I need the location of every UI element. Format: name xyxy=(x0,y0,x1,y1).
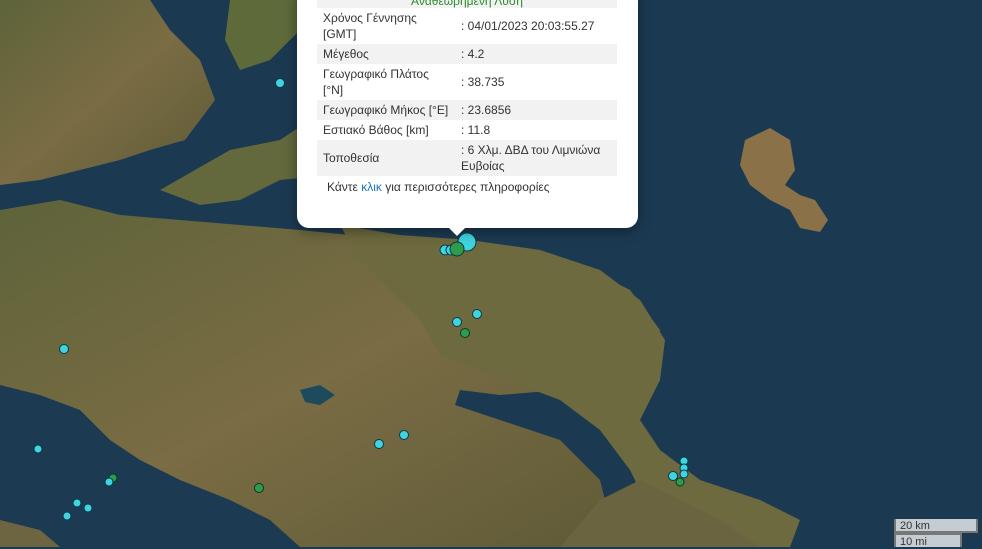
earthquake-marker[interactable] xyxy=(460,328,470,338)
earthquake-info-table: Χρόνος Γέννησης [GMT] : 04/01/2023 20:03… xyxy=(317,8,617,176)
info-key: Γεωγραφικό Πλάτος [°N] xyxy=(317,64,455,100)
info-row-depth: Εστιακό Βάθος [km] : 11.8 xyxy=(317,120,617,140)
info-row-origin-time: Χρόνος Γέννησης [GMT] : 04/01/2023 20:03… xyxy=(317,8,617,44)
info-key: Μέγεθος xyxy=(317,44,455,64)
earthquake-marker[interactable] xyxy=(679,469,689,479)
popup-content: Αναθεωρημένη Λύση Χρόνος Γέννησης [GMT] … xyxy=(317,0,617,194)
more-info-line: Κάντε κλικ για περισσότερες πληροφορίες xyxy=(317,180,617,194)
earthquake-marker[interactable] xyxy=(399,430,409,440)
solution-status: Αναθεωρημένη Λύση xyxy=(317,0,617,8)
info-key: Τοποθεσία xyxy=(317,140,455,176)
info-row-longitude: Γεωγραφικό Μήκος [°E] : 23.6856 xyxy=(317,100,617,120)
info-key: Γεωγραφικό Μήκος [°E] xyxy=(317,100,455,120)
earthquake-marker[interactable] xyxy=(104,477,114,487)
earthquake-marker[interactable] xyxy=(675,477,685,487)
earthquake-marker[interactable] xyxy=(452,317,462,327)
more-info-suffix: για περισσότερες πληροφορίες xyxy=(381,180,550,194)
info-value: : 38.735 xyxy=(455,64,617,100)
info-row-latitude: Γεωγραφικό Πλάτος [°N] : 38.735 xyxy=(317,64,617,100)
info-value: : 23.6856 xyxy=(455,100,617,120)
earthquake-marker[interactable] xyxy=(62,511,72,521)
info-value: : 04/01/2023 20:03:55.27 xyxy=(455,8,617,44)
popup-tip xyxy=(447,226,467,236)
earthquake-marker[interactable] xyxy=(254,483,264,493)
earthquake-info-popup: Αναθεωρημένη Λύση Χρόνος Γέννησης [GMT] … xyxy=(297,0,638,228)
earthquake-marker[interactable] xyxy=(33,444,43,454)
earthquake-marker[interactable] xyxy=(83,503,93,513)
earthquake-marker[interactable] xyxy=(59,344,69,354)
more-info-link[interactable]: κλικ xyxy=(361,180,382,194)
info-row-magnitude: Μέγεθος : 4.2 xyxy=(317,44,617,64)
earthquake-marker[interactable] xyxy=(472,309,482,319)
scale-bar: 20 km 10 mi xyxy=(894,519,978,548)
info-value: : 11.8 xyxy=(455,120,617,140)
earthquake-marker-selected[interactable] xyxy=(449,241,465,257)
scale-km: 20 km xyxy=(894,519,978,533)
more-info-prefix: Κάντε xyxy=(327,180,362,194)
info-value: : 4.2 xyxy=(455,44,617,64)
info-key: Χρόνος Γέννησης [GMT] xyxy=(317,8,455,44)
info-row-location: Τοποθεσία : 6 Χλμ. ΔΒΔ του Λιμνιώνα Ευβο… xyxy=(317,140,617,176)
scale-mi: 10 mi xyxy=(894,533,962,548)
earthquake-marker[interactable] xyxy=(72,498,82,508)
earthquake-marker[interactable] xyxy=(668,471,678,481)
earthquake-marker[interactable] xyxy=(275,78,285,88)
info-value: : 6 Χλμ. ΔΒΔ του Λιμνιώνα Ευβοίας xyxy=(455,140,617,176)
info-key: Εστιακό Βάθος [km] xyxy=(317,120,455,140)
earthquake-marker[interactable] xyxy=(374,439,384,449)
